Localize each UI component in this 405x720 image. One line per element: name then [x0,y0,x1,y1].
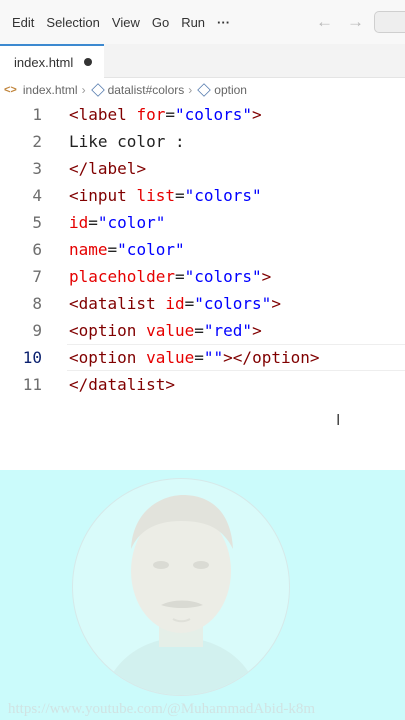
code-line[interactable]: 4 <input list="colors" [0,182,405,209]
element-cube-icon [197,83,212,97]
code-line[interactable]: 5 id="color" [0,209,405,236]
code-text[interactable]: Like color : [69,128,185,155]
line-number: 4 [32,186,42,205]
code-line[interactable]: 8 <datalist id="colors"> [0,290,405,317]
text-cursor-icon: I [336,412,341,429]
arrow-right-icon[interactable]: → [347,12,364,32]
line-number: 8 [32,294,42,313]
line-number: 7 [32,267,42,286]
code-text[interactable]: <label for="colors"> [69,101,262,128]
menu-bar: Edit Selection View Go Run ··· ← → [0,0,405,44]
arrow-left-icon[interactable]: ← [316,12,333,32]
code-text[interactable]: </datalist> [69,371,175,398]
chevron-right-icon: › [188,83,193,97]
code-line[interactable]: 1 <label for="colors"> [0,101,405,128]
line-number: 9 [32,321,42,340]
menu-more-icon[interactable]: ··· [211,15,236,30]
menu-selection[interactable]: Selection [40,15,105,30]
code-text[interactable]: <input list="colors" [69,182,262,209]
menu-edit[interactable]: Edit [0,15,40,30]
code-line[interactable]: 3 </label> [0,155,405,182]
presenter-avatar [72,478,290,696]
chevron-right-icon: › [81,83,86,97]
code-text[interactable]: <datalist id="colors"> [69,290,281,317]
breadcrumb-option[interactable]: option [214,83,247,97]
tab-label: index.html [14,54,74,70]
watermark-url: https://www.youtube.com/@MuhammadAbid-k8… [8,701,315,717]
tab-index-html[interactable]: index.html [0,44,104,78]
code-line[interactable]: 6 name="color" [0,236,405,263]
line-number: 2 [32,132,42,151]
code-line[interactable]: 11 </datalist> [0,371,405,398]
breadcrumb-datalist[interactable]: datalist#colors [108,83,185,97]
line-number: 11 [22,375,42,394]
command-center-input[interactable] [374,11,405,33]
element-cube-icon [90,83,105,97]
line-number: 10 [22,348,42,367]
code-text[interactable]: </label> [69,155,146,182]
code-text[interactable]: id="color" [69,209,165,236]
tab-bar: index.html [0,44,405,78]
code-line[interactable]: 7 placeholder="colors"> [0,263,405,290]
line-number: 1 [32,105,42,124]
menu-run[interactable]: Run [175,15,211,30]
code-text[interactable]: <option value=""></option> [69,344,320,371]
code-line[interactable]: 2 Like color : [0,128,405,155]
html-file-icon: <> [4,84,17,96]
code-editor[interactable]: 1 <label for="colors"> 2 Like color : 3 </lab… [0,101,405,398]
presenter-face [103,495,259,695]
menu-go[interactable]: Go [146,15,175,30]
line-number: 5 [32,213,42,232]
breadcrumb-file[interactable]: index.html [23,83,78,97]
webcam-panel: https://www.youtube.com/@MuhammadAbid-k8… [0,470,405,720]
unsaved-dot-icon[interactable] [84,58,93,66]
code-text[interactable]: <option value="red"> [69,317,262,344]
code-text[interactable]: name="color" [69,236,185,263]
code-line[interactable]: 9 <option value="red"> [0,317,405,344]
line-number: 3 [32,159,42,178]
code-text[interactable]: placeholder="colors"> [69,263,271,290]
menu-view[interactable]: View [106,15,146,30]
breadcrumb: <> index.html › datalist#colors › option [0,79,405,101]
nav-arrows: ← → [316,12,364,32]
code-line[interactable]: 10 <option value=""></option> [0,344,405,371]
line-number: 6 [32,240,42,259]
